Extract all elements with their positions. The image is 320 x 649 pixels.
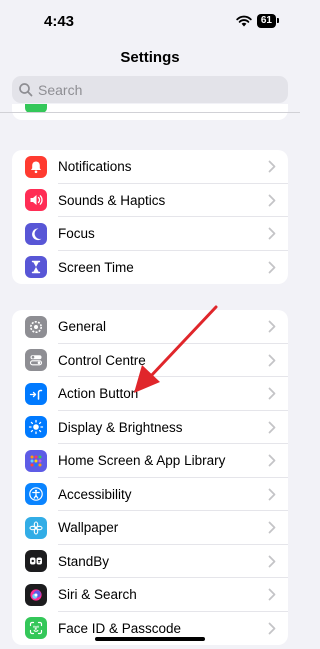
action-button-icon xyxy=(25,382,47,405)
chevron-right-icon xyxy=(268,555,276,568)
flower-icon xyxy=(25,516,47,539)
app-grid-icon xyxy=(25,449,47,472)
settings-row-label: General xyxy=(58,319,107,335)
standby-icon xyxy=(25,550,47,573)
wifi-icon xyxy=(236,15,252,27)
settings-row-focus[interactable]: Focus xyxy=(12,217,288,251)
settings-row-action-button[interactable]: Action Button xyxy=(12,377,288,411)
chevron-right-icon xyxy=(268,521,276,534)
settings-row-sounds-haptics[interactable]: Sounds & Haptics xyxy=(12,184,288,218)
settings-row-screen-time[interactable]: Screen Time xyxy=(12,251,288,285)
search-input[interactable]: Search xyxy=(38,82,82,98)
search-icon xyxy=(19,82,33,96)
accessibility-icon xyxy=(25,483,47,506)
settings-row-general[interactable]: General xyxy=(12,310,288,344)
bell-icon xyxy=(25,155,47,178)
settings-row-accessibility[interactable]: Accessibility xyxy=(12,478,288,512)
settings-row-label: Focus xyxy=(58,226,95,242)
speaker-icon xyxy=(25,189,47,212)
settings-row-label: Accessibility xyxy=(58,486,132,502)
settings-group-general: General Control Centre Action Button Dis… xyxy=(12,310,288,645)
chevron-right-icon xyxy=(268,194,276,207)
search-field[interactable]: Search xyxy=(12,76,288,103)
chevron-right-icon xyxy=(268,160,276,173)
face-id-icon xyxy=(25,617,47,640)
settings-row-label: Face ID & Passcode xyxy=(58,620,182,636)
header-divider xyxy=(0,112,300,113)
sun-icon xyxy=(25,416,47,439)
home-indicator xyxy=(95,637,205,641)
moon-icon xyxy=(25,222,47,245)
settings-row-siri-search[interactable]: Siri & Search xyxy=(12,578,288,612)
settings-row-home-screen[interactable]: Home Screen & App Library xyxy=(12,444,288,478)
settings-row-label: Notifications xyxy=(58,159,132,175)
settings-row-display-brightness[interactable]: Display & Brightness xyxy=(12,411,288,445)
status-icons: 61 xyxy=(236,14,280,28)
chevron-right-icon xyxy=(268,622,276,635)
settings-row-wallpaper[interactable]: Wallpaper xyxy=(12,511,288,545)
chevron-right-icon xyxy=(268,261,276,274)
chevron-right-icon xyxy=(268,354,276,367)
page-title: Settings xyxy=(120,49,180,66)
settings-row-label: Screen Time xyxy=(58,259,134,275)
chevron-right-icon xyxy=(268,454,276,467)
status-bar: 4:43 61 xyxy=(0,0,300,44)
chevron-right-icon xyxy=(268,320,276,333)
settings-row-label: StandBy xyxy=(58,553,110,569)
chevron-right-icon xyxy=(268,488,276,501)
status-time: 4:43 xyxy=(44,13,75,30)
settings-row-label: Home Screen & App Library xyxy=(58,453,226,469)
hourglass-icon xyxy=(25,256,47,279)
settings-row-label: Control Centre xyxy=(58,352,146,368)
toggles-icon xyxy=(25,349,47,372)
gear-icon xyxy=(25,315,47,338)
settings-row-label: Display & Brightness xyxy=(58,419,183,435)
settings-row-label: Siri & Search xyxy=(58,587,137,603)
chevron-right-icon xyxy=(268,421,276,434)
settings-row-label: Wallpaper xyxy=(58,520,119,536)
chevron-right-icon xyxy=(268,588,276,601)
battery-icon: 61 xyxy=(256,14,280,28)
siri-icon xyxy=(25,583,47,606)
settings-row-label: Action Button xyxy=(58,386,139,402)
settings-row-standby[interactable]: StandBy xyxy=(12,545,288,579)
settings-group-notifications: Notifications Sounds & Haptics Focus Scr… xyxy=(12,150,288,284)
chevron-right-icon xyxy=(268,387,276,400)
settings-row-control-centre[interactable]: Control Centre xyxy=(12,344,288,378)
chevron-right-icon xyxy=(268,227,276,240)
settings-row-label: Sounds & Haptics xyxy=(58,192,166,208)
settings-row-notifications[interactable]: Notifications xyxy=(12,150,288,184)
